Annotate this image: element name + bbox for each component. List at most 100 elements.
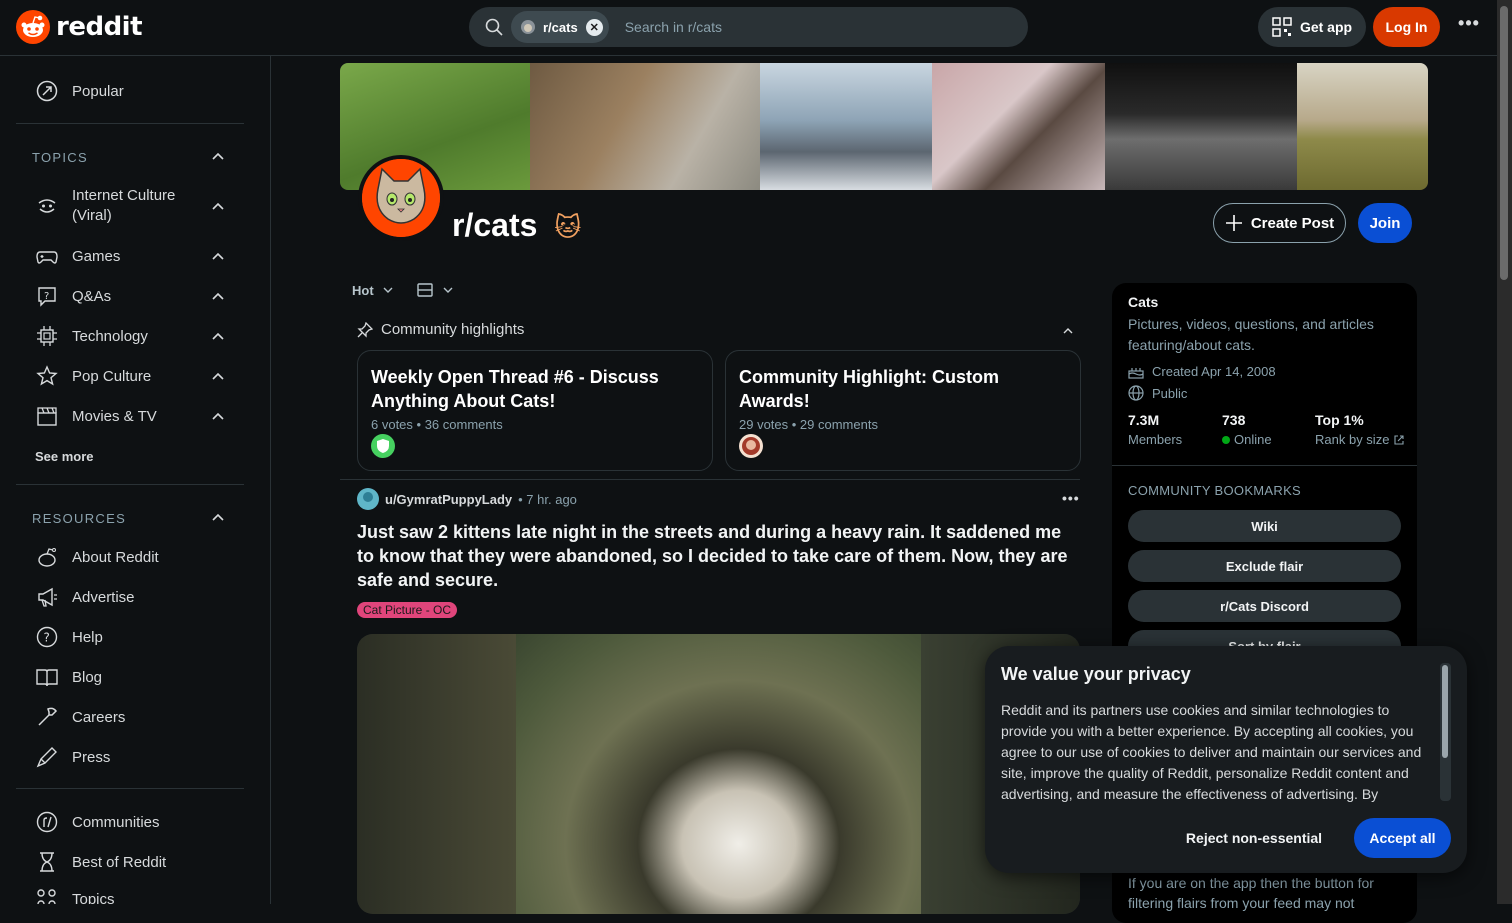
post-author[interactable]: u/GymratPuppyLady — [385, 492, 512, 507]
media-blur-left — [357, 634, 516, 914]
chevron-down-icon[interactable] — [442, 284, 454, 296]
sidebar-item-label: Technology — [72, 327, 148, 345]
reject-non-essential-button[interactable]: Reject non-essential — [1175, 818, 1333, 858]
scroll-thumb[interactable] — [1442, 665, 1448, 758]
plus-icon — [1225, 215, 1242, 231]
chevron-up-icon[interactable] — [210, 198, 226, 214]
see-more-link[interactable]: See more — [35, 449, 94, 464]
chevron-up-icon[interactable] — [210, 408, 226, 424]
create-post-label: Create Post — [1250, 214, 1335, 232]
sidebar-item-label: About Reddit — [72, 548, 159, 566]
sidebar-item-movies-tv[interactable]: Movies & TV — [36, 405, 157, 427]
join-button[interactable]: Join — [1358, 203, 1412, 243]
accept-all-button[interactable]: Accept all — [1354, 818, 1451, 858]
chevron-up-icon[interactable] — [210, 509, 226, 525]
post-title[interactable]: Just saw 2 kittens late night in the str… — [357, 520, 1077, 592]
sort-dropdown[interactable]: Hot — [352, 283, 374, 298]
post-options-icon[interactable]: ••• — [1062, 490, 1080, 506]
cookie-scrollbar[interactable] — [1440, 663, 1451, 801]
sidebar-item-label: Q&As — [72, 287, 112, 305]
sidebar-item-advertise[interactable]: Advertise — [36, 586, 135, 608]
popular-icon — [36, 80, 58, 102]
post-media[interactable] — [357, 634, 1080, 914]
pen-icon — [36, 747, 57, 768]
sidebar-item-pop-culture[interactable]: Pop Culture — [36, 365, 151, 387]
mod-shield-icon — [371, 434, 395, 458]
sidebar-item-internet-culture[interactable]: Internet Culture (Viral) — [36, 186, 175, 226]
divider — [1112, 465, 1417, 466]
get-app-button[interactable]: Get app — [1258, 7, 1366, 47]
highlight-meta: 6 votes • 36 comments — [371, 417, 503, 432]
about-name: Cats — [1128, 294, 1159, 310]
topics-heading[interactable]: TOPICS — [32, 150, 88, 165]
clapperboard-icon — [37, 407, 57, 426]
sidebar-item-qas[interactable]: ? Q&As — [36, 285, 111, 307]
search-scope-chip[interactable]: r/cats ✕ — [511, 11, 609, 43]
highlight-card[interactable]: Community Highlight: Custom Awards! 29 v… — [725, 350, 1081, 471]
sidebar-item-careers[interactable]: Careers — [36, 706, 125, 728]
highlights-heading: Community highlights — [381, 321, 525, 338]
highlight-title: Community Highlight: Custom Awards! — [739, 367, 999, 411]
post-flair[interactable]: Cat Picture - OC — [357, 602, 458, 618]
highlight-meta: 29 votes • 29 comments — [739, 417, 878, 432]
sidebar-item-topics[interactable]: Topics — [36, 888, 115, 904]
reddit-logo[interactable]: reddit — [16, 10, 143, 44]
bookmark-exclude-flair-button[interactable]: Exclude flair — [1128, 550, 1401, 582]
search-input[interactable]: Search in r/cats — [625, 19, 722, 35]
community-banner — [340, 63, 1428, 190]
hourglass-icon — [40, 852, 54, 872]
sidebar-item-label: Games — [72, 247, 121, 265]
banner-photo — [1105, 63, 1297, 190]
pin-icon — [357, 321, 373, 338]
search-bar[interactable]: r/cats ✕ Search in r/cats — [469, 7, 1028, 47]
online-dot — [1222, 435, 1230, 444]
sidebar-item-help[interactable]: ? Help — [36, 626, 103, 648]
online-stat: 738 Online — [1222, 412, 1272, 447]
page-scroll-thumb[interactable] — [1500, 6, 1508, 280]
post-time: • 7 hr. ago — [518, 491, 577, 507]
sidebar-item-label: Best of Reddit — [72, 853, 167, 871]
view-layout-icon[interactable] — [416, 281, 434, 299]
sidebar-item-communities[interactable]: Communities — [36, 811, 160, 833]
qa-icon: ? — [38, 287, 56, 307]
search-icon — [485, 18, 503, 36]
sidebar-item-popular[interactable]: Popular — [36, 80, 124, 102]
banner-photo — [1297, 63, 1428, 190]
rank-stat[interactable]: Top 1% Rank by size — [1315, 412, 1405, 447]
sidebar-item-best-of-reddit[interactable]: Best of Reddit — [36, 851, 166, 873]
chevron-up-icon[interactable] — [210, 328, 226, 344]
clear-scope-icon[interactable]: ✕ — [585, 18, 603, 36]
svg-text:?: ? — [44, 631, 50, 645]
sidebar-item-games[interactable]: Games — [36, 245, 120, 267]
sidebar-item-about-reddit[interactable]: About Reddit — [36, 546, 159, 568]
created-date: Created Apr 14, 2008 — [1128, 363, 1276, 379]
more-options-icon[interactable]: ••• — [1455, 13, 1483, 41]
highlight-card[interactable]: Weekly Open Thread #6 - Discuss Anything… — [357, 350, 713, 471]
login-button[interactable]: Log In — [1373, 7, 1440, 47]
qr-code-icon — [1272, 17, 1292, 37]
community-avatar[interactable] — [358, 155, 444, 241]
wrench-icon — [38, 707, 57, 726]
chevron-up-icon[interactable] — [1062, 325, 1074, 337]
bookmark-wiki-button[interactable]: Wiki — [1128, 510, 1401, 542]
chevron-up-icon[interactable] — [210, 288, 226, 304]
sidebar-item-press[interactable]: Press — [36, 746, 110, 768]
create-post-button[interactable]: Create Post — [1213, 203, 1346, 243]
chevron-down-icon[interactable] — [382, 284, 394, 296]
chevron-up-icon[interactable] — [210, 248, 226, 264]
bookmark-discord-button[interactable]: r/Cats Discord — [1128, 590, 1401, 622]
chevron-up-icon[interactable] — [210, 148, 226, 164]
sidebar-item-label: Internet Culture (Viral) — [72, 187, 176, 224]
megaphone-icon — [38, 587, 57, 607]
community-highlights-header[interactable]: Community highlights — [357, 321, 524, 338]
cat-emoji-icon: 🐱 — [554, 213, 582, 243]
resources-heading[interactable]: RESOURCES — [32, 511, 126, 526]
user-avatar-icon — [739, 434, 763, 458]
banner-photo — [932, 63, 1105, 190]
user-avatar-icon[interactable] — [357, 488, 379, 510]
svg-text:?: ? — [44, 291, 49, 302]
sidebar-item-blog[interactable]: Blog — [36, 666, 102, 688]
sidebar-item-technology[interactable]: Technology — [36, 325, 148, 347]
divider — [340, 479, 1080, 480]
chevron-up-icon[interactable] — [210, 368, 226, 384]
